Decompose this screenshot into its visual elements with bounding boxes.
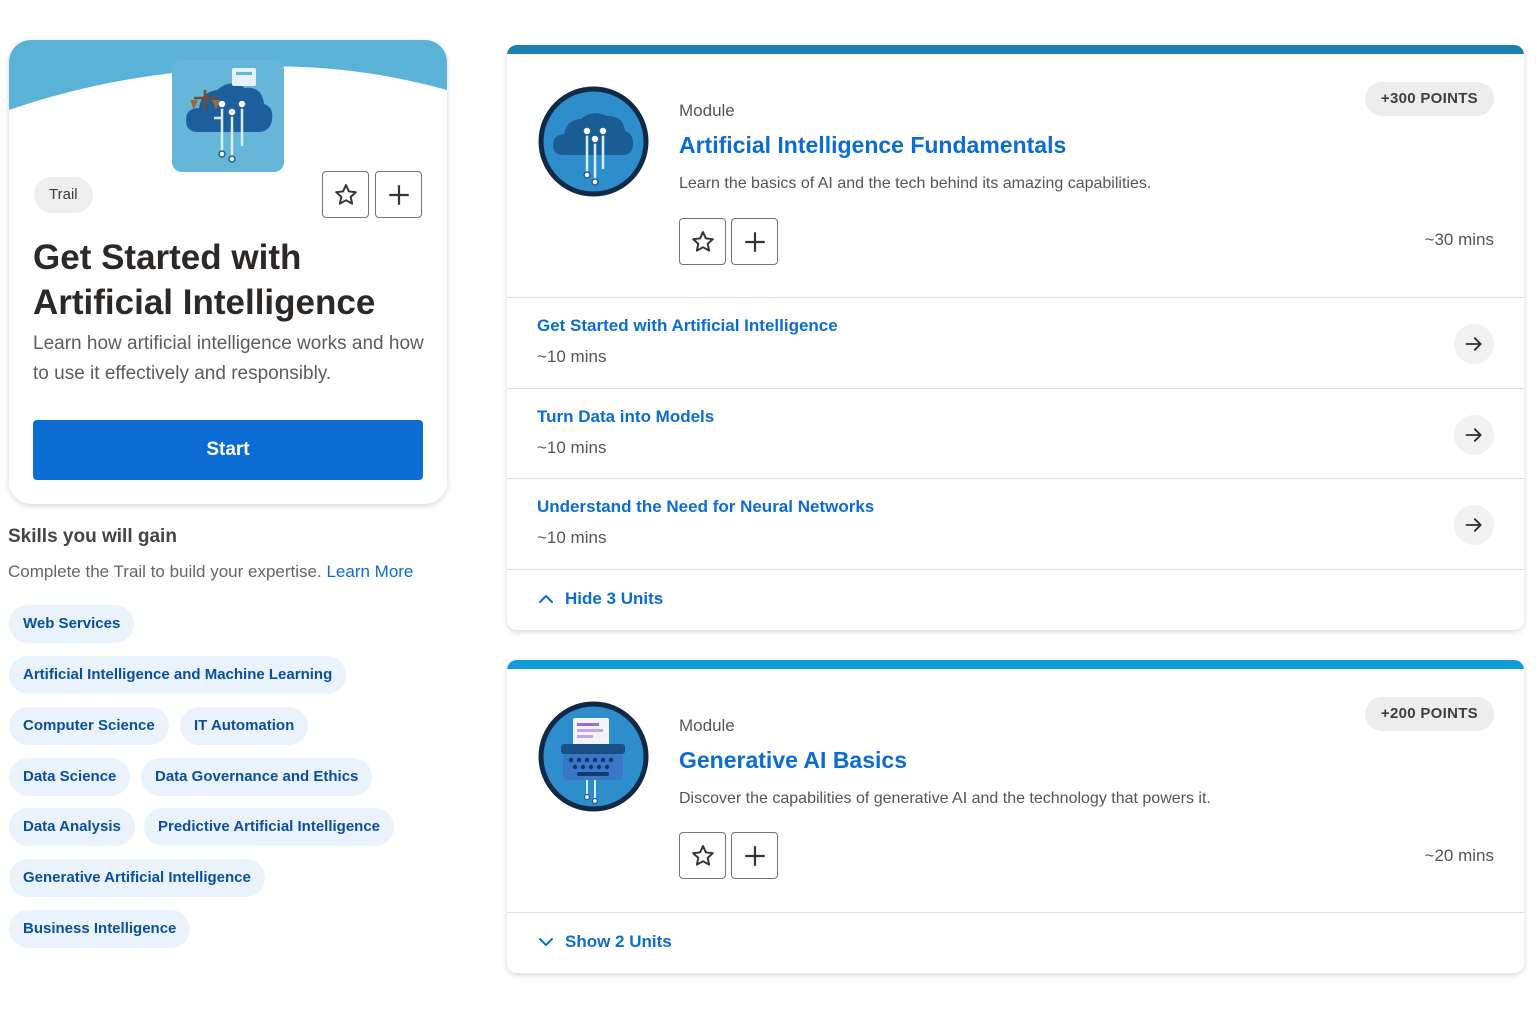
- show-units-label: Show 2 Units: [565, 932, 672, 951]
- divider: [507, 912, 1524, 913]
- plus-icon: [388, 184, 409, 205]
- module-description: Discover the capabilities of generative …: [679, 790, 1211, 807]
- module-duration: ~30 mins: [1424, 230, 1494, 249]
- learn-more-link[interactable]: Learn More: [326, 562, 413, 581]
- arrow-right-icon: [1465, 337, 1482, 351]
- unit-row[interactable]: Turn Data into Models ~10 mins: [507, 389, 1524, 479]
- arrow-right-icon: [1465, 428, 1482, 442]
- hide-units-label: Hide 3 Units: [565, 589, 664, 608]
- trail-logo: [172, 60, 284, 172]
- skill-pill[interactable]: Data Analysis: [9, 808, 135, 846]
- start-button[interactable]: Start: [33, 420, 423, 480]
- add-to-list-button[interactable]: [375, 171, 422, 218]
- skill-pill[interactable]: Web Services: [9, 605, 135, 643]
- favorite-button[interactable]: [322, 171, 369, 218]
- chevron-down-icon: [539, 938, 553, 946]
- trail-card: Trail Get Started with Artificial Intell…: [9, 40, 447, 504]
- unit-row[interactable]: Understand the Need for Neural Networks …: [507, 479, 1524, 569]
- trail-type-badge: Trail: [34, 177, 93, 213]
- star-icon: [334, 183, 357, 205]
- hide-units-toggle[interactable]: Hide 3 Units: [537, 589, 663, 609]
- module-accent-bar: [507, 45, 1524, 54]
- skill-pill[interactable]: Artificial Intelligence and Machine Lear…: [9, 656, 347, 694]
- unit-title[interactable]: Understand the Need for Neural Networks: [537, 497, 874, 517]
- skill-pill[interactable]: IT Automation: [180, 707, 309, 745]
- module-card: Module Generative AI Basics Discover the…: [507, 660, 1524, 973]
- skills-heading: Skills you will gain: [8, 526, 177, 547]
- module-card: Module Artificial Intelligence Fundament…: [507, 45, 1524, 630]
- star-icon: [691, 844, 714, 866]
- open-unit-button[interactable]: [1454, 505, 1494, 545]
- unit-title[interactable]: Get Started with Artificial Intelligence: [537, 316, 838, 336]
- skill-pill[interactable]: Business Intelligence: [9, 910, 191, 948]
- skill-pill[interactable]: Data Governance and Ethics: [141, 758, 373, 796]
- show-units-toggle[interactable]: Show 2 Units: [537, 932, 672, 952]
- module-type-label: Module: [679, 101, 735, 120]
- skill-pill[interactable]: Data Science: [9, 758, 131, 796]
- trail-title: Get Started with Artificial Intelligence: [33, 238, 376, 322]
- module-duration: ~20 mins: [1424, 846, 1494, 865]
- module-type-label: Module: [679, 716, 735, 735]
- open-unit-button[interactable]: [1454, 324, 1494, 364]
- unit-duration: ~10 mins: [537, 347, 607, 366]
- skills-subtitle: Complete the Trail to build your experti…: [8, 562, 413, 582]
- chevron-up-icon: [539, 595, 553, 603]
- module-title-link[interactable]: Artificial Intelligence Fundamentals: [679, 132, 1066, 159]
- favorite-button[interactable]: [679, 218, 726, 265]
- module-description: Learn the basics of AI and the tech behi…: [679, 175, 1152, 192]
- cloud-circuit-icon: [538, 86, 649, 197]
- star-icon: [691, 230, 714, 252]
- skills-subtitle-text: Complete the Trail to build your experti…: [8, 562, 322, 581]
- module-title-link[interactable]: Generative AI Basics: [679, 747, 907, 774]
- unit-row[interactable]: Get Started with Artificial Intelligence…: [507, 298, 1524, 388]
- module-accent-bar: [507, 660, 1524, 669]
- cloud-circuit-icon: [186, 68, 273, 163]
- add-to-list-button[interactable]: [731, 218, 778, 265]
- unit-duration: ~10 mins: [537, 528, 607, 547]
- divider: [507, 569, 1524, 570]
- favorite-button[interactable]: [679, 832, 726, 879]
- trail-description: Learn how artificial intelligence works …: [33, 333, 424, 384]
- points-badge: +200 POINTS: [1364, 697, 1494, 731]
- plus-icon: [744, 231, 765, 252]
- points-badge: +300 POINTS: [1364, 82, 1494, 116]
- add-to-list-button[interactable]: [731, 832, 778, 879]
- plus-icon: [744, 845, 765, 866]
- skill-pill[interactable]: Predictive Artificial Intelligence: [144, 808, 395, 846]
- unit-duration: ~10 mins: [537, 438, 607, 457]
- skill-pill[interactable]: Generative Artificial Intelligence: [9, 859, 265, 897]
- arrow-right-icon: [1465, 518, 1482, 532]
- typewriter-icon: [538, 701, 649, 812]
- unit-title[interactable]: Turn Data into Models: [537, 407, 714, 427]
- open-unit-button[interactable]: [1454, 415, 1494, 455]
- skill-pill[interactable]: Computer Science: [9, 707, 169, 745]
